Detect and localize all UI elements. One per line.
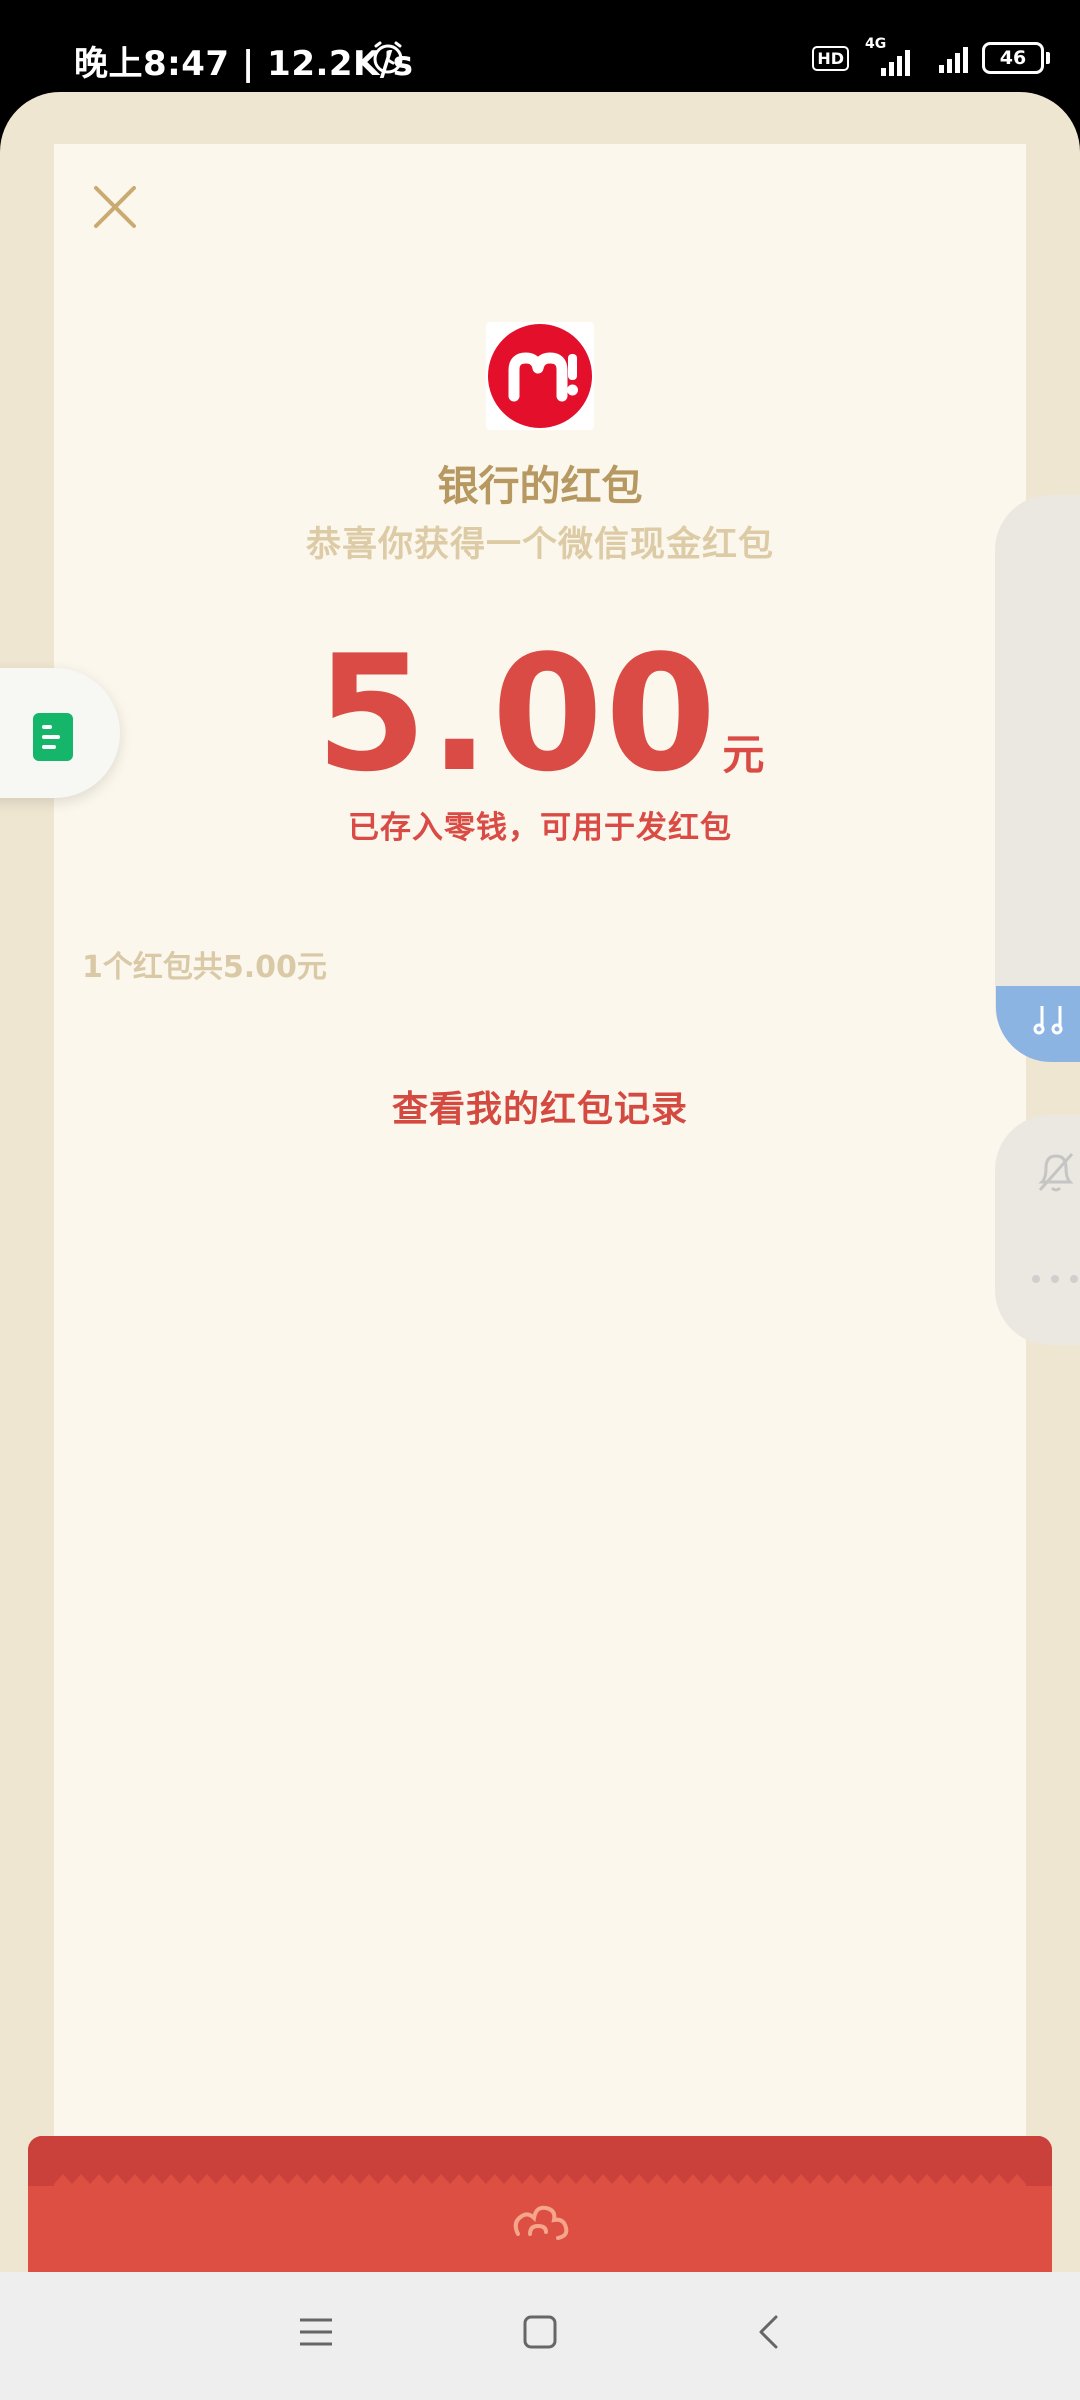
packet-summary: 1个红包共5.00元 bbox=[82, 950, 327, 985]
congrats-text: 恭喜你获得一个微信现金红包 bbox=[305, 525, 774, 565]
mute-bell-icon[interactable] bbox=[1034, 1148, 1078, 1196]
document-icon bbox=[33, 713, 73, 761]
amount-unit: 元 bbox=[722, 730, 765, 779]
sender-name: 银行的红包 bbox=[437, 462, 643, 510]
sender-avatar bbox=[486, 322, 594, 430]
hd-badge: HD bbox=[812, 45, 849, 71]
amount-value: 5.00 bbox=[315, 620, 719, 807]
music-icon bbox=[1033, 1006, 1063, 1035]
deposit-note: 已存入零钱，可用于发红包 bbox=[348, 810, 732, 846]
status-time: 晚上8:47 | 12.2K/s bbox=[74, 44, 414, 84]
mobile-signal-4g: 4G bbox=[863, 36, 925, 76]
signal-icon-2 bbox=[939, 43, 968, 73]
floating-side-panel bbox=[995, 495, 1080, 1060]
red-packet-card bbox=[54, 144, 1026, 2184]
view-records-link[interactable]: 查看我的红包记录 bbox=[0, 1080, 1080, 1132]
system-nav-bar bbox=[0, 2272, 1080, 2400]
signal-icon bbox=[881, 46, 910, 76]
back-icon[interactable] bbox=[756, 2314, 780, 2350]
zigzag-edge bbox=[54, 2174, 1026, 2194]
close-icon[interactable] bbox=[90, 182, 140, 232]
status-icons: HD 4G 46 bbox=[812, 36, 1050, 78]
more-icon[interactable] bbox=[1030, 1272, 1080, 1286]
menu-icon[interactable] bbox=[298, 2316, 334, 2348]
battery-icon: 46 bbox=[982, 42, 1050, 74]
bank-logo-icon bbox=[488, 324, 592, 428]
lucky-cloud-icon bbox=[513, 2205, 569, 2240]
amount-display: 5.00元 bbox=[0, 620, 1080, 807]
status-bar: 晚上8:47 | 12.2K/s HD 4G 46 bbox=[0, 0, 1080, 92]
battery-level: 46 bbox=[999, 47, 1027, 69]
alarm-icon bbox=[373, 41, 403, 74]
home-icon[interactable] bbox=[522, 2314, 558, 2350]
